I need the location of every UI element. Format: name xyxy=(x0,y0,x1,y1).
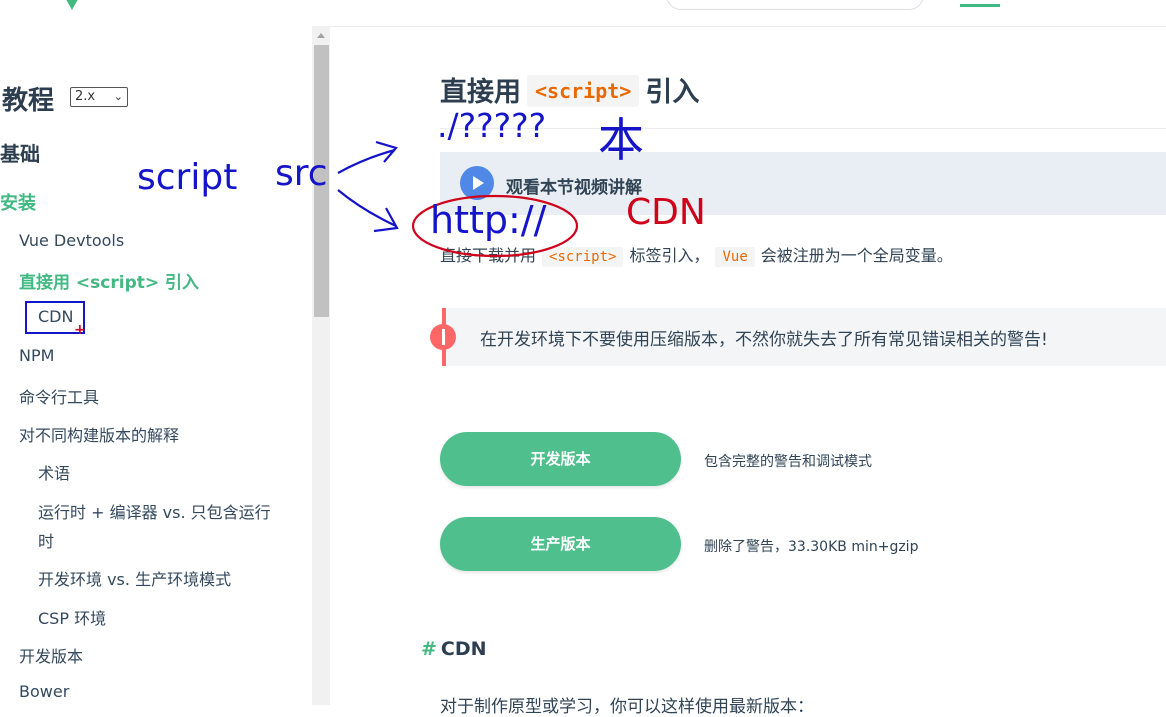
annotation-cdn: CDN xyxy=(626,192,706,233)
annotation-arrow-up xyxy=(337,148,396,174)
annotation-script: script xyxy=(137,157,238,198)
annotation-ben: 本 xyxy=(598,113,644,167)
annotation-overlay xyxy=(337,140,579,258)
annotation-arrow-down xyxy=(337,189,397,227)
annotation-http: http:// xyxy=(430,198,547,242)
annotation-path: ./????? xyxy=(437,106,547,145)
annotation-src: src xyxy=(275,153,328,194)
